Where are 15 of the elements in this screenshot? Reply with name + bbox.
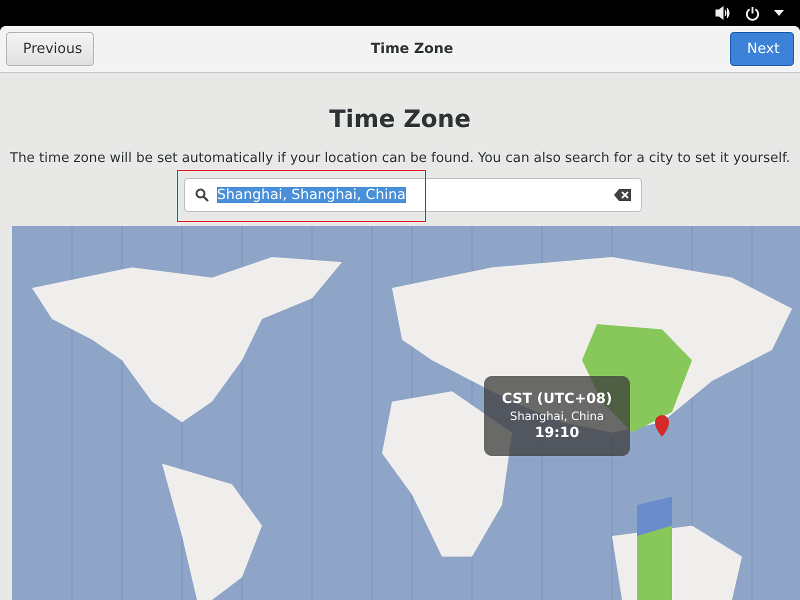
search-field[interactable]: Shanghai, Shanghai, China (184, 178, 642, 212)
time-label: 19:10 (534, 425, 580, 441)
window-title: Time Zone (370, 41, 454, 57)
clear-icon[interactable] (614, 189, 631, 201)
description-text: The time zone will be set automatically if your location can be found. You can also search for a city to set it yourself. (8, 151, 792, 166)
city-label: Shanghai, China (510, 409, 604, 423)
next-button[interactable]: Next (730, 32, 794, 66)
previous-button[interactable]: Previous (6, 32, 94, 66)
page-heading: Time Zone (328, 105, 472, 133)
search-text: Shanghai, Shanghai, China (217, 187, 406, 203)
power-icon[interactable] (745, 6, 760, 20)
search-icon (195, 188, 209, 202)
caret-icon[interactable] (774, 10, 784, 16)
speaker-icon[interactable] (715, 6, 731, 20)
timezone-label: CST (UTC+08) (502, 391, 612, 407)
